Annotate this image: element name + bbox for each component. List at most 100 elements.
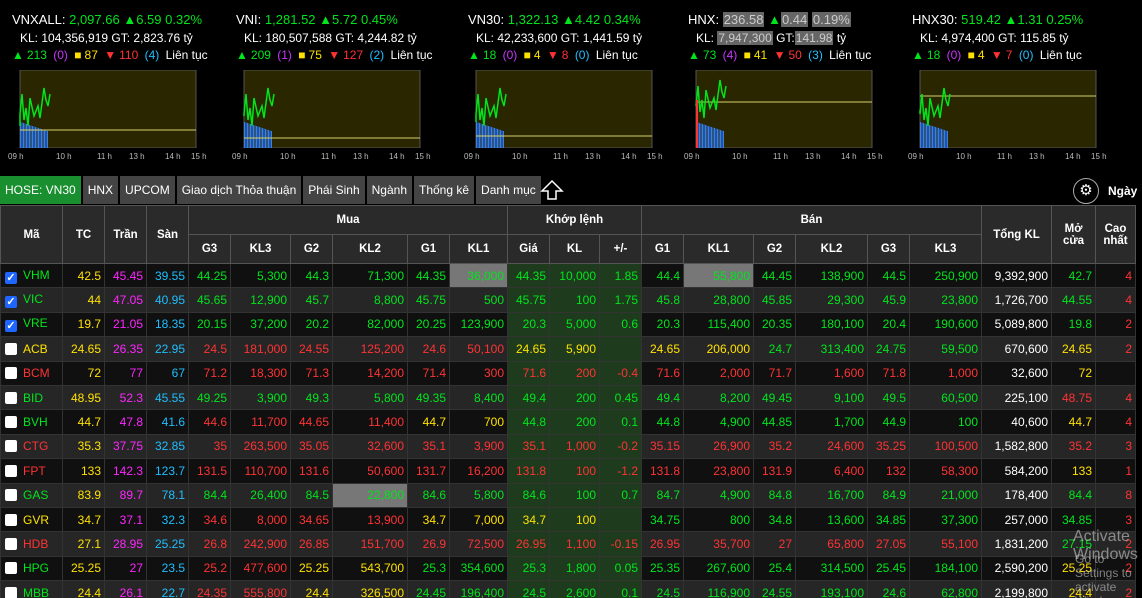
- table-row[interactable]: ACB 24.65 26.35 22.95 24.5 181,000 24.55 125,20…: [0, 336, 1136, 362]
- tab-item[interactable]: Giao dịch Thỏa thuận: [176, 176, 302, 204]
- stock-symbol[interactable]: HDB: [23, 537, 48, 551]
- index-mini-chart[interactable]: [12, 70, 202, 160]
- cell: 44.25: [188, 262, 231, 289]
- row-checkbox[interactable]: [5, 271, 17, 284]
- row-checkbox[interactable]: [5, 562, 17, 575]
- table-row[interactable]: VIC4447.0540.9545.6512,90045.78,80045.75…: [0, 287, 1136, 313]
- stock-symbol[interactable]: ACB: [23, 342, 48, 356]
- index-mini-chart[interactable]: [912, 70, 1102, 160]
- index-mini-chart[interactable]: [236, 70, 426, 160]
- index-change-pct: 0.45%: [360, 12, 398, 27]
- stock-symbol[interactable]: MBB: [23, 586, 49, 598]
- cell: 555,800: [230, 580, 291, 598]
- tab-item[interactable]: HOSE: VN30: [0, 176, 81, 204]
- tab-item[interactable]: UPCOM: [120, 176, 175, 204]
- time-axis-tick: 13 h: [129, 152, 145, 161]
- index-panel[interactable]: VNXALL: 2,097.66 ▲6.59 0.32% KL: 104,356…: [12, 0, 232, 172]
- cell: 45.9: [867, 287, 910, 313]
- group-ask: Bán: [641, 205, 982, 235]
- unchanged-count: 75: [308, 48, 322, 62]
- cell: 25.2: [188, 555, 231, 582]
- table-row[interactable]: BVH 44.7 47.8 41.6 44.6 11,700 44.65 11,400 44.7…: [0, 409, 1136, 435]
- time-axis-tick: 09 h: [8, 152, 24, 161]
- index-mini-chart[interactable]: [468, 70, 658, 160]
- cell: 49.25: [188, 384, 231, 411]
- cell: 77: [104, 360, 147, 386]
- unchanged-count: 4: [533, 48, 541, 62]
- index-panel[interactable]: HNX30: 519.42 ▲1.31 0.25% KL: 4,974,400 …: [912, 0, 1132, 172]
- cell: 34.7: [62, 506, 105, 533]
- stock-symbol[interactable]: VIC: [23, 292, 43, 306]
- cell: 84.9: [867, 482, 910, 508]
- index-panel[interactable]: VNI: 1,281.52 ▲5.72 0.45% KL: 180,507,58…: [236, 0, 456, 172]
- table-row[interactable]: BID 48.95 52.3 45.55 49.25 3,900 49.3 5,800 49.3…: [0, 384, 1136, 411]
- table-row[interactable]: VRE19.721.0518.3520.1537,20020.282,00020…: [0, 311, 1136, 338]
- tab-item[interactable]: Thống kê: [414, 176, 475, 204]
- row-checkbox[interactable]: [5, 440, 17, 453]
- table-row[interactable]: MBB 24.4 26.1 22.7 24.35 555,800 24.4 326,500 24…: [0, 580, 1136, 598]
- col-ceiling: Trần: [104, 205, 147, 264]
- cell: 34.8: [753, 506, 796, 533]
- row-checkbox[interactable]: [5, 391, 17, 404]
- tab-item[interactable]: Ngành: [366, 176, 412, 204]
- tab-item[interactable]: Danh mục: [476, 176, 541, 204]
- cell: 84.6: [507, 482, 550, 508]
- row-checkbox[interactable]: [5, 416, 17, 429]
- row-checkbox[interactable]: [5, 464, 17, 477]
- cell: 45.8: [641, 287, 684, 313]
- cell: 34.7: [507, 506, 550, 533]
- stock-symbol[interactable]: BID: [23, 391, 43, 405]
- cell: 37,200: [230, 311, 291, 338]
- row-checkbox[interactable]: [5, 342, 17, 355]
- table-row[interactable]: CTG 35.3 37.75 32.85 35 263,500 35.05 32,600 35.…: [0, 433, 1136, 460]
- table-row[interactable]: HDB 27.1 28.95 25.25 26.8 242,900 26.85 151,700…: [0, 531, 1136, 557]
- scroll-up-arrow-icon[interactable]: [538, 177, 566, 203]
- stock-symbol[interactable]: CTG: [23, 439, 48, 453]
- row-checkbox[interactable]: [5, 320, 17, 333]
- stock-symbol[interactable]: VHM: [23, 268, 50, 282]
- tab-item[interactable]: Phái Sinh: [303, 176, 365, 204]
- row-checkbox[interactable]: [5, 537, 17, 550]
- row-checkbox[interactable]: [5, 296, 17, 309]
- row-checkbox[interactable]: [5, 513, 17, 526]
- cell: 84.5: [290, 482, 333, 508]
- cell: 20.3: [507, 311, 550, 338]
- cell: 20.4: [867, 311, 910, 338]
- row-checkbox[interactable]: [5, 489, 17, 502]
- row-checkbox[interactable]: [5, 367, 17, 380]
- stock-symbol[interactable]: GVR: [23, 513, 49, 527]
- table-row[interactable]: BCM 72 77 67 71.2 18,300 71.3 14,200 71.4 300 71.6…: [0, 360, 1136, 386]
- row-checkbox[interactable]: [5, 586, 17, 598]
- cell: 35.3: [62, 433, 105, 460]
- index-mini-chart[interactable]: [688, 70, 878, 160]
- stock-symbol[interactable]: HPG: [23, 561, 49, 575]
- cell: 1,800: [549, 555, 600, 582]
- stock-symbol[interactable]: BVH: [23, 415, 48, 429]
- cell: 58,300: [909, 458, 982, 484]
- tab-item[interactable]: HNX: [82, 176, 119, 204]
- table-row[interactable]: GVR 34.7 37.1 32.3 34.6 8,000 34.65 13,900 34.7 7…: [0, 506, 1136, 533]
- cell: 44.45: [753, 262, 796, 289]
- table-row[interactable]: HPG 25.25 27 23.5 25.2 477,600 25.25 543,700 25.…: [0, 555, 1136, 582]
- cell: 24.65: [1051, 336, 1096, 362]
- day-toggle[interactable]: Ngày: [1108, 184, 1137, 198]
- stock-symbol[interactable]: FPT: [23, 464, 46, 478]
- table-row[interactable]: VHM42.545.4539.5544.255,30044.371,30044.…: [0, 262, 1136, 289]
- index-panel[interactable]: HNX: 236.58 ▲0.44 0.19% KL: 7,947,300 GT…: [688, 0, 908, 172]
- stock-symbol[interactable]: BCM: [23, 366, 50, 380]
- cell: 5,900: [549, 336, 600, 362]
- cell: 25.3: [507, 555, 550, 582]
- cell: 200: [549, 360, 600, 386]
- time-axis-tick: 10 h: [732, 152, 748, 161]
- stock-symbol[interactable]: GAS: [23, 488, 48, 502]
- table-row[interactable]: FPT 133 142.3 123.7 131.5 110,700 131.6 50,600 1…: [0, 458, 1136, 484]
- settings-gear-icon[interactable]: ⚙: [1073, 178, 1099, 204]
- cell: 44.7: [62, 409, 105, 435]
- cell: 25.45: [867, 555, 910, 582]
- cell: 24.75: [867, 336, 910, 362]
- cell: 2,600: [549, 580, 600, 598]
- index-panel[interactable]: VN30: 1,322.13 ▲4.42 0.34% KL: 42,233,60…: [468, 0, 688, 172]
- table-row[interactable]: GAS 83.9 89.7 78.1 84.4 26,400 84.5 22,800 84.6 5…: [0, 482, 1136, 508]
- stock-symbol[interactable]: VRE: [23, 316, 48, 330]
- cell: 55,800: [683, 262, 754, 289]
